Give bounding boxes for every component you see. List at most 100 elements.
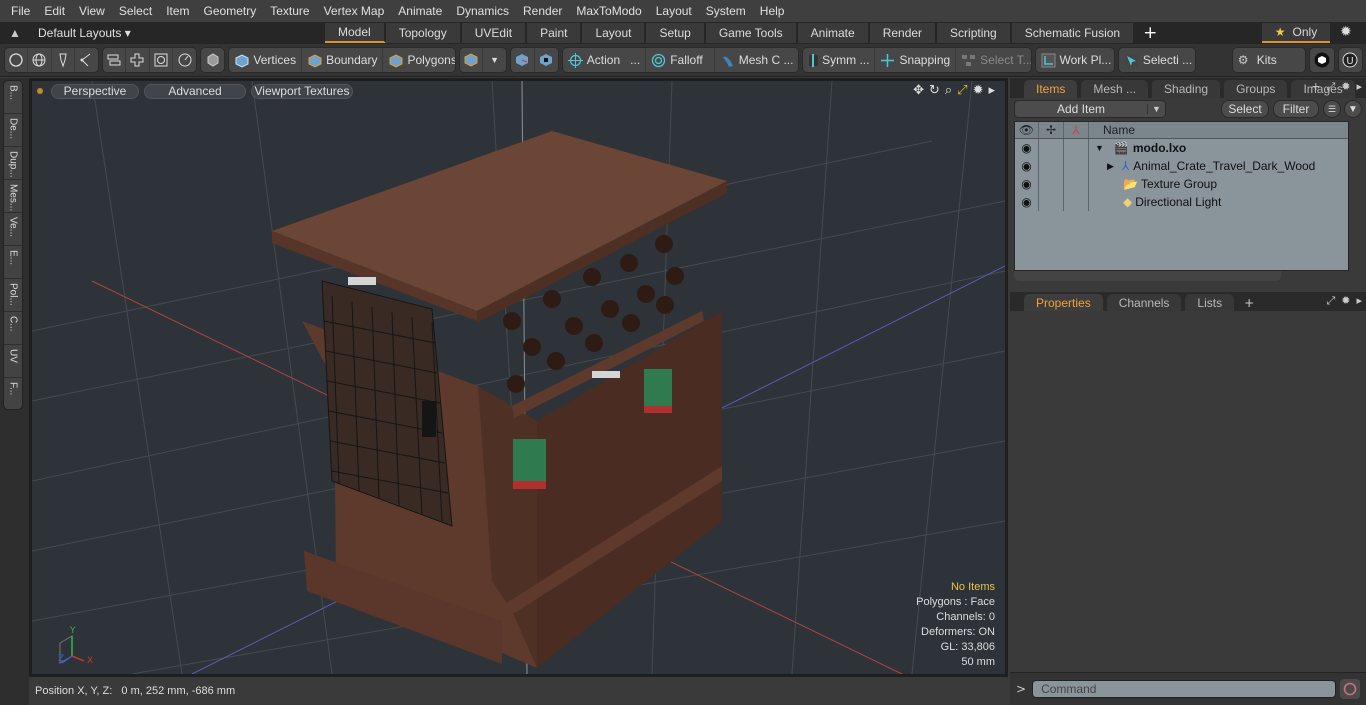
eye-icon[interactable]: ◉	[1015, 139, 1039, 157]
menu-dynamics[interactable]: Dynamics	[449, 4, 516, 18]
vtab-fusion[interactable]: F...	[4, 378, 22, 411]
list-options-button[interactable]: ☰	[1323, 100, 1341, 118]
cross-tool-button[interactable]	[126, 48, 150, 72]
menu-render[interactable]: Render	[516, 4, 569, 18]
tab-properties[interactable]: Properties	[1024, 294, 1103, 312]
tab-uvedit[interactable]: UVEdit	[461, 23, 528, 43]
vtab-curve[interactable]: C...	[4, 312, 22, 345]
menu-help[interactable]: Help	[753, 4, 792, 18]
filter-button[interactable]: Filter	[1273, 100, 1319, 118]
vtab-deform[interactable]: De...	[4, 114, 22, 147]
curve-tool-button[interactable]	[75, 48, 98, 72]
tab-lists[interactable]: Lists	[1185, 294, 1235, 312]
tab-channels[interactable]: Channels	[1106, 294, 1182, 312]
vtab-vertex[interactable]: Ve...	[4, 213, 22, 246]
mode-dropdown[interactable]: ▼	[483, 48, 506, 72]
add-item-dropdown-icon[interactable]: ▼	[1147, 104, 1165, 114]
properties-gear-icon[interactable]: ✹	[1341, 294, 1350, 308]
viewport-menu-arrow-icon[interactable]: ▸	[988, 83, 995, 98]
transform-b-button[interactable]	[535, 48, 558, 72]
collapse-arrow-icon[interactable]: ▼	[1095, 143, 1104, 153]
menu-layout[interactable]: Layout	[649, 4, 699, 18]
advanced-dropdown[interactable]: Advanced	[144, 83, 246, 99]
tab-model[interactable]: Model	[325, 23, 386, 43]
menu-maxtomodo[interactable]: MaxToModo	[569, 4, 648, 18]
vtab-polygon[interactable]: Pol...	[4, 279, 22, 312]
menu-select[interactable]: Select	[112, 4, 159, 18]
3d-viewport[interactable]: Perspective Advanced Viewport Textures ✥…	[29, 78, 1008, 677]
maximize-icon[interactable]: ⤢	[957, 83, 967, 98]
item-row[interactable]: ◉ ▶ ⅄ Animal_Crate_Travel_Dark_Wood	[1015, 157, 1348, 175]
panel-menu-arrow-icon[interactable]: ▸	[1356, 80, 1362, 94]
vtab-mesh-edit[interactable]: Mes...	[4, 180, 22, 213]
tab-animate[interactable]: Animate	[797, 23, 870, 43]
rotate-icon[interactable]: ↻	[929, 83, 940, 98]
vtab-uv[interactable]: UV	[4, 345, 22, 378]
transform-a-button[interactable]	[511, 48, 535, 72]
item-list-hscrollbar[interactable]	[1014, 271, 1281, 281]
boundary-mode-button[interactable]: Boundary	[302, 48, 384, 72]
symmetry-button[interactable]: Symm ...	[803, 48, 876, 72]
item-mode-button[interactable]	[201, 48, 224, 72]
snapping-button[interactable]: Snapping	[875, 48, 957, 72]
action-center-button[interactable]: Action ...	[563, 48, 647, 72]
tab-paint[interactable]: Paint	[527, 23, 583, 43]
lock-column-icon[interactable]: ✢	[1039, 122, 1064, 138]
tab-layout[interactable]: Layout	[582, 23, 647, 43]
item-row[interactable]: ◉ 📂 Texture Group	[1015, 175, 1348, 193]
square-tool-button[interactable]	[150, 48, 173, 72]
command-record-button[interactable]	[1340, 679, 1361, 699]
sphere-tool-button[interactable]	[5, 48, 29, 72]
expand-panel-icon[interactable]: ⤢	[1326, 80, 1335, 94]
add-properties-tab-icon[interactable]: +	[1238, 296, 1260, 312]
select-through-button[interactable]: Select T...	[956, 48, 1030, 72]
tab-shading[interactable]: Shading	[1152, 80, 1221, 98]
vtab-duplicate[interactable]: Dup...	[4, 147, 22, 180]
menu-texture[interactable]: Texture	[263, 4, 316, 18]
item-list-scrollbar[interactable]	[1350, 121, 1362, 271]
tab-items[interactable]: Items	[1024, 80, 1078, 98]
item-row[interactable]: ◉ ▼ 🎬 modo.lxo	[1015, 139, 1348, 157]
collapse-up-icon[interactable]: ▲	[8, 26, 22, 40]
command-input[interactable]: Command	[1032, 680, 1337, 698]
expand-arrow-icon[interactable]: ▶	[1107, 161, 1114, 172]
tab-setup[interactable]: Setup	[646, 23, 706, 43]
name-column-header[interactable]: Name	[1089, 123, 1135, 137]
axis-column-icon[interactable]: ⅄	[1064, 122, 1089, 138]
layout-selector[interactable]: Default Layouts ▾	[38, 26, 131, 40]
tab-schematic-fusion[interactable]: Schematic Fusion	[1011, 23, 1136, 43]
menu-system[interactable]: System	[699, 4, 753, 18]
mesh-constraint-button[interactable]: Mesh C ...	[715, 48, 799, 72]
tab-topology[interactable]: Topology	[385, 23, 462, 43]
item-row[interactable]: ◉ ◆ Directional Light	[1015, 193, 1348, 211]
selection-sets-button[interactable]: Selecti ...	[1119, 48, 1195, 72]
perspective-dropdown[interactable]: Perspective	[51, 83, 139, 99]
add-tab-button[interactable]: +	[1135, 23, 1165, 43]
add-panel-tab-icon[interactable]: +	[1311, 80, 1320, 94]
tab-mesh[interactable]: Mesh ...	[1081, 80, 1149, 98]
properties-menu-arrow-icon[interactable]: ▸	[1356, 294, 1362, 308]
material-mode-button[interactable]	[460, 48, 484, 72]
eye-icon[interactable]: ◉	[1015, 157, 1039, 175]
add-item-button[interactable]: Add Item ▼	[1014, 100, 1166, 118]
vtab-edge[interactable]: E...	[4, 246, 22, 279]
tab-scripting[interactable]: Scripting	[937, 23, 1012, 43]
unreal-button[interactable]: U	[1339, 48, 1362, 72]
falloff-button[interactable]: Falloff	[646, 48, 715, 72]
viewport-textures-dropdown[interactable]: Viewport Textures	[251, 83, 353, 99]
panel-gear-icon[interactable]: ✹	[1341, 80, 1350, 94]
menu-item[interactable]: Item	[159, 4, 196, 18]
tab-game-tools[interactable]: Game Tools	[705, 23, 798, 43]
unity-button[interactable]	[1310, 48, 1333, 72]
menu-edit[interactable]: Edit	[37, 4, 72, 18]
vertices-mode-button[interactable]: Vertices	[229, 48, 303, 72]
only-toggle[interactable]: ★ Only	[1262, 23, 1330, 43]
timer-tool-button[interactable]	[173, 48, 196, 72]
menu-geometry[interactable]: Geometry	[197, 4, 264, 18]
expand-properties-icon[interactable]: ⤢	[1326, 294, 1335, 308]
vtab-basic[interactable]: B...	[4, 81, 22, 114]
tab-groups[interactable]: Groups	[1224, 80, 1288, 98]
zoom-icon[interactable]: ⌕	[945, 83, 952, 98]
kits-button[interactable]: ⚙ Kits	[1233, 48, 1306, 72]
viewport-gear-icon[interactable]: ✹	[973, 83, 984, 98]
